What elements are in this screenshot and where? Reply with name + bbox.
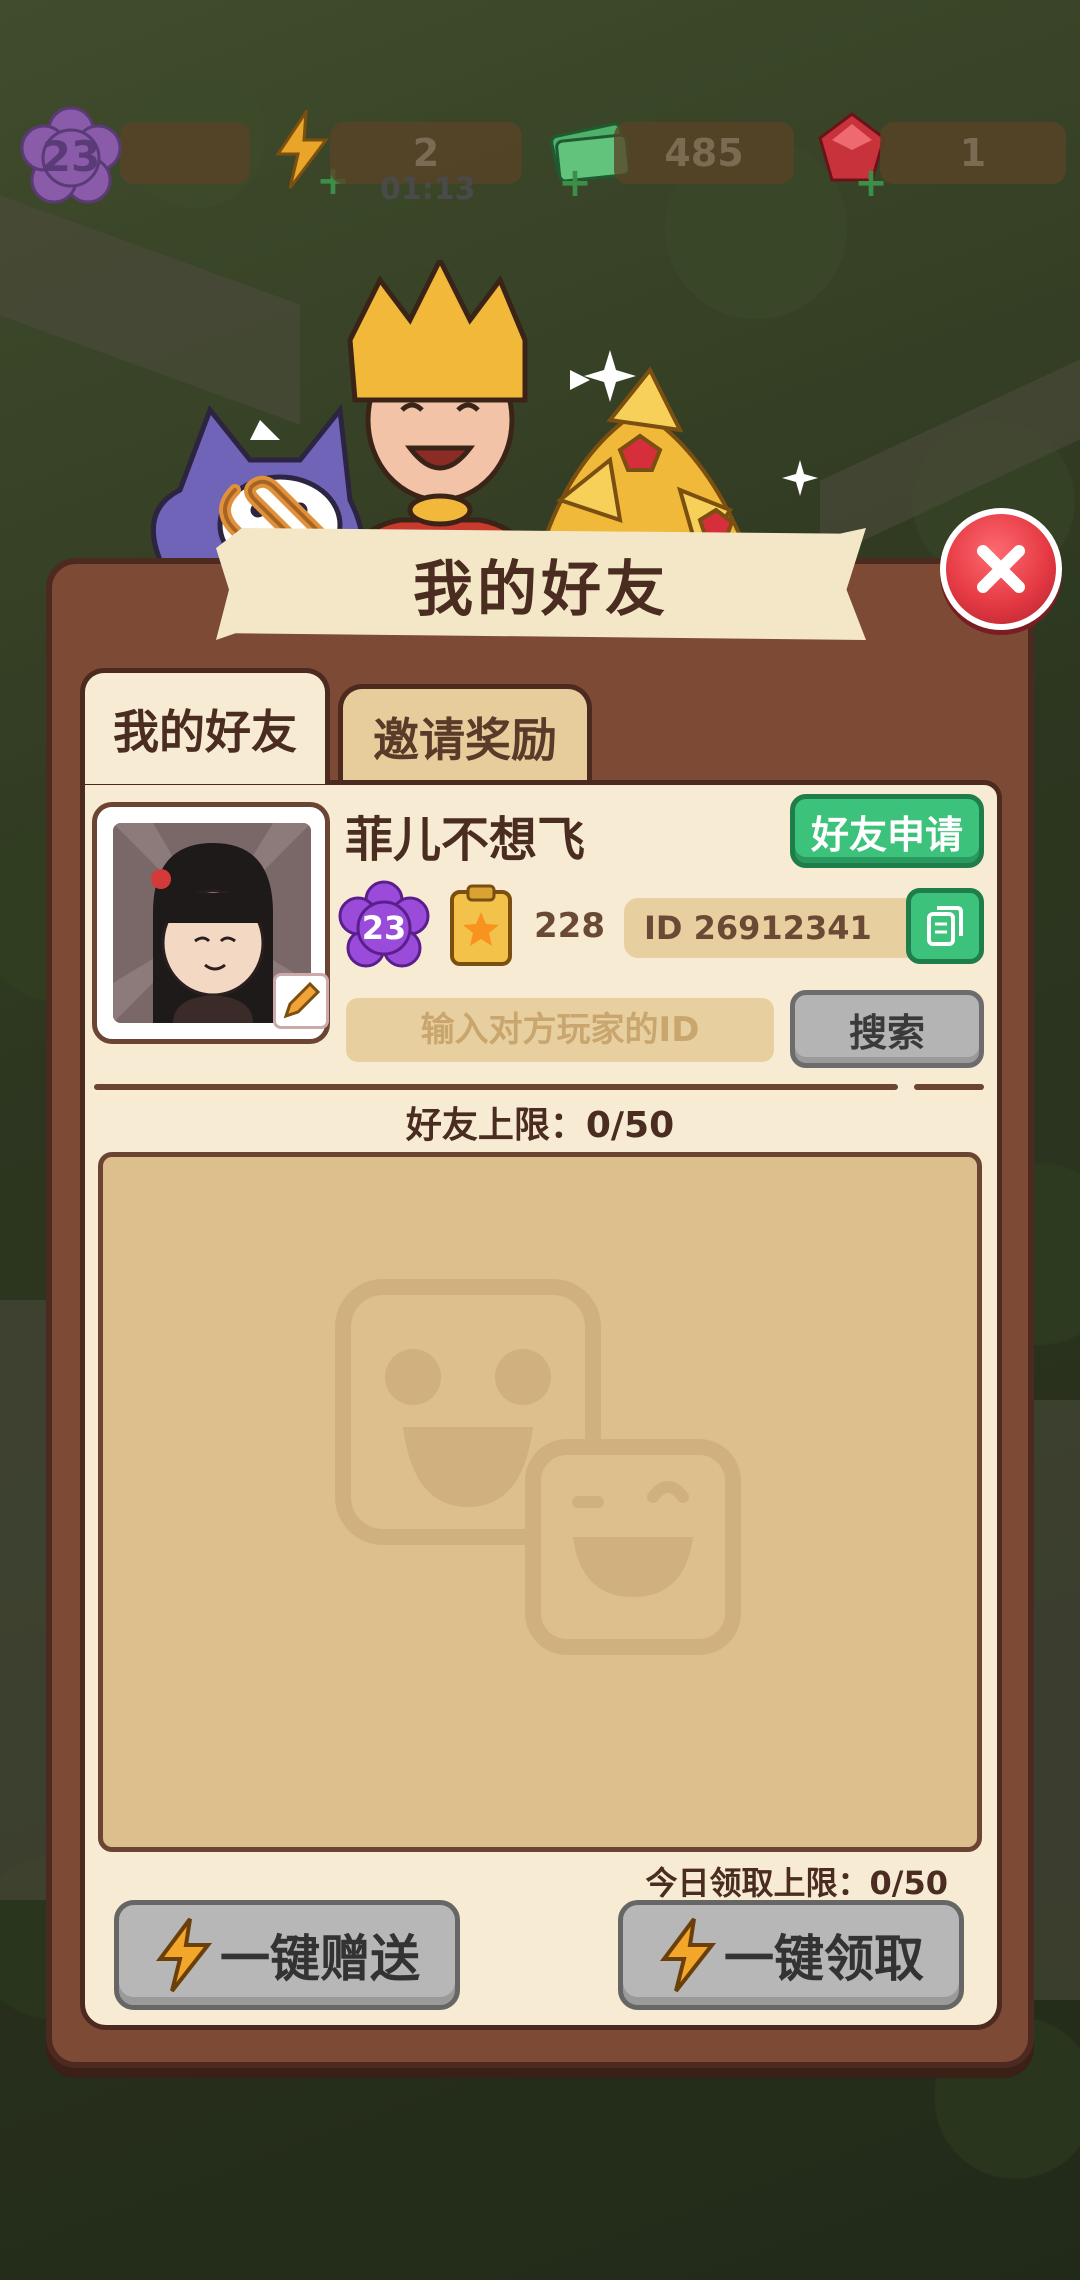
cash-pill: 485 — [614, 122, 794, 184]
daily-claim-limit: 今日领取上限：0/50 — [645, 1864, 949, 1902]
friend-limit-label: 好友上限：0/50 — [405, 1105, 675, 1146]
profile-score: 228 — [534, 906, 605, 946]
empty-friends-icon — [335, 1279, 741, 1655]
friend-list-empty — [98, 1152, 982, 1852]
tab-label: 邀请奖励 — [373, 712, 557, 767]
divider — [94, 1084, 898, 1090]
copy-icon — [927, 906, 963, 946]
close-button[interactable] — [940, 508, 1062, 630]
close-icon — [977, 545, 1025, 593]
copy-id-button[interactable] — [906, 888, 984, 964]
energy-value: 2 — [412, 131, 440, 175]
player-id-text: ID 26912341 — [644, 909, 872, 947]
claim-all-label: 一键领取 — [724, 1930, 924, 1988]
player-id-search-input[interactable] — [346, 998, 774, 1062]
player-id-display: ID 26912341 — [624, 898, 924, 958]
tab-invite-rewards[interactable]: 邀请奖励 — [338, 684, 592, 784]
gems-value: 1 — [959, 131, 987, 175]
divider — [914, 1084, 984, 1090]
tab-label: 我的好友 — [113, 704, 297, 759]
edit-avatar-button[interactable] — [273, 973, 329, 1029]
cash-value: 485 — [664, 131, 744, 175]
send-all-label: 一键赠送 — [220, 1930, 420, 1988]
resource-bar: 23 + 2 01:13 + 485 + 1 — [0, 100, 1080, 210]
energy-bolt-icon — [660, 1917, 717, 1993]
pencil-icon — [283, 981, 321, 1019]
player-level-value: 23 — [41, 131, 101, 181]
player-name: 菲儿不想飞 — [345, 812, 586, 868]
add-cash-icon[interactable]: + — [558, 163, 592, 203]
send-all-button[interactable]: 一键赠送 — [114, 1900, 460, 2010]
dialog-title: 我的好友 — [413, 554, 669, 625]
gems-pill: 1 — [880, 122, 1066, 184]
profile-level-value: 23 — [361, 909, 407, 947]
friend-request-button[interactable]: 好友申请 — [790, 794, 984, 868]
tab-my-friends[interactable]: 我的好友 — [80, 668, 330, 784]
energy-bolt-icon — [156, 1917, 213, 1993]
claim-all-button[interactable]: 一键领取 — [618, 1900, 964, 2010]
xp-bar — [120, 122, 250, 184]
energy-timer: 01:13 — [380, 172, 476, 207]
clipboard-star-icon — [450, 884, 512, 966]
avatar[interactable] — [92, 802, 330, 1044]
dialog-title-ribbon: 我的好友 — [216, 528, 866, 640]
search-button[interactable]: 搜索 — [790, 990, 984, 1068]
